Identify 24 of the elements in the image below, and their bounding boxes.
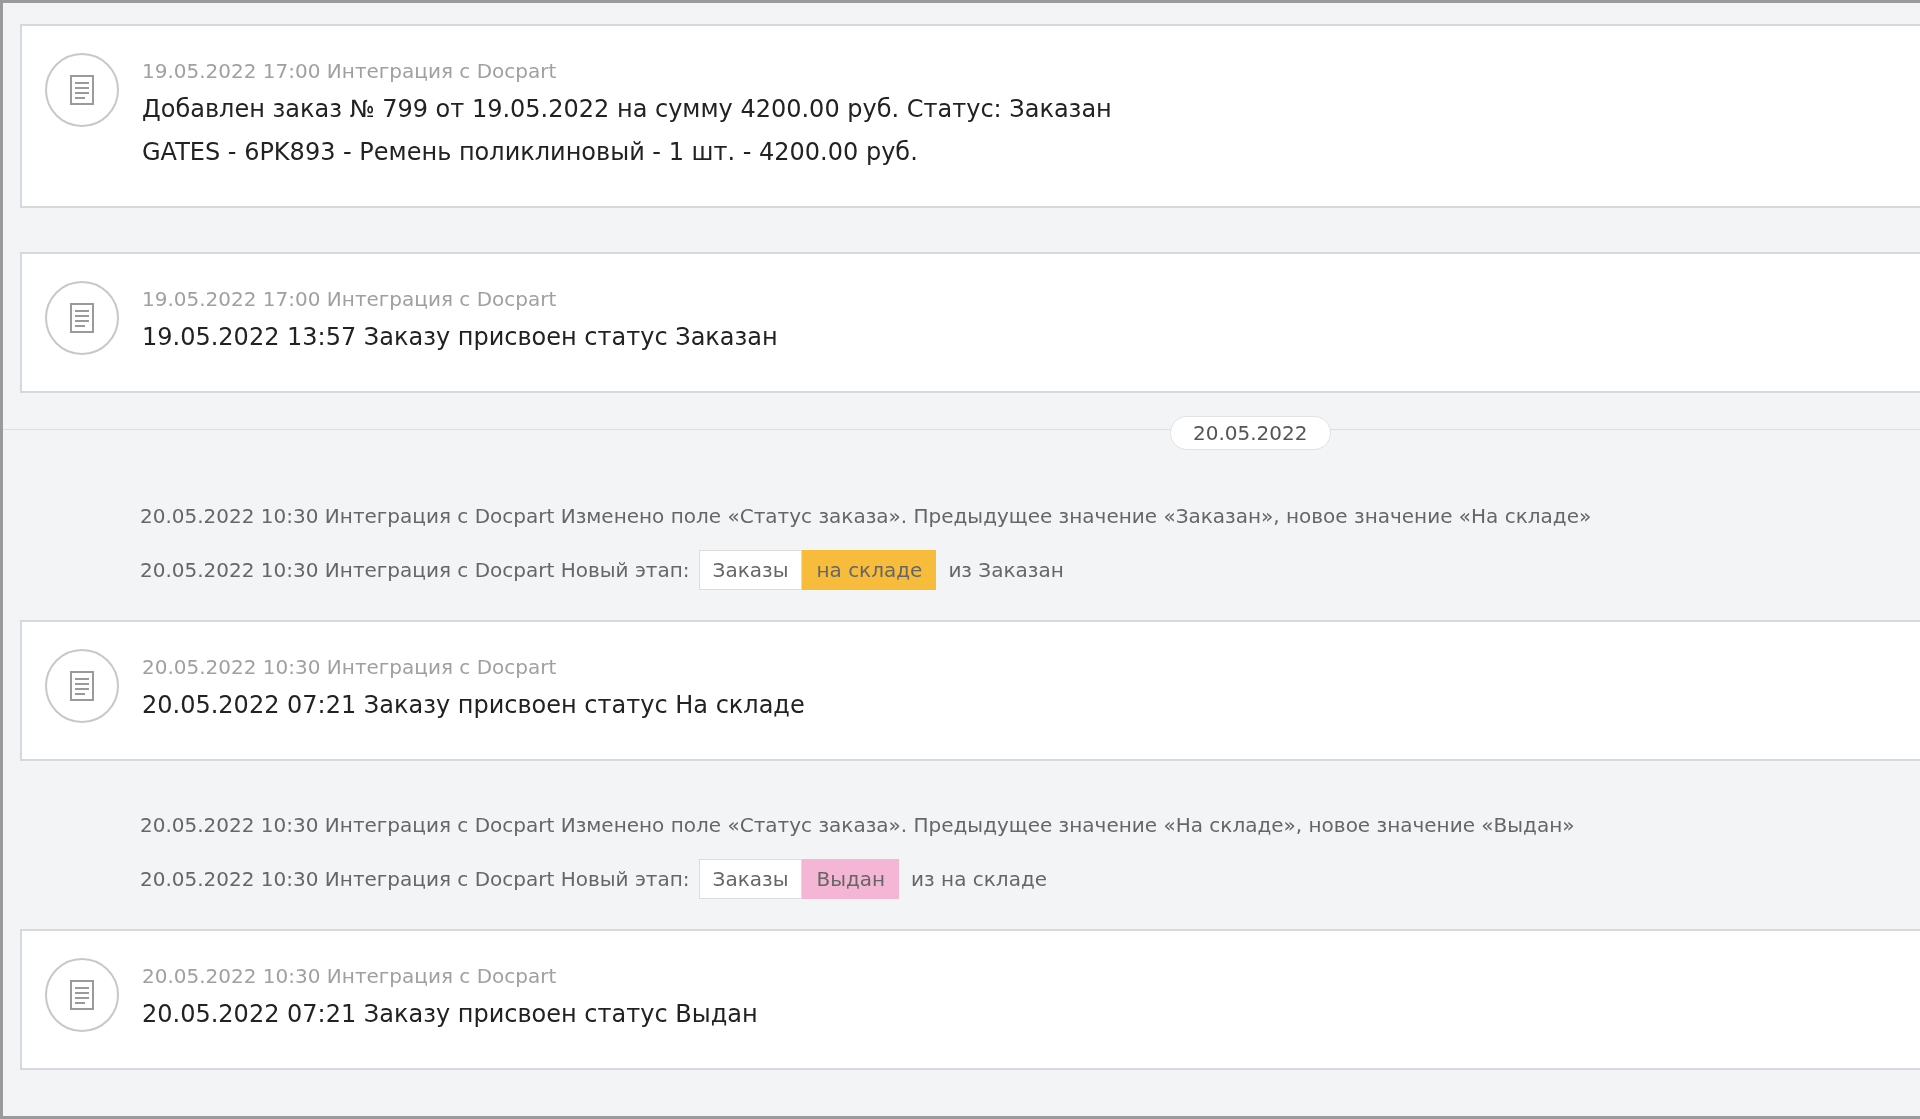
event-text: 20.05.2022 07:21 Заказу присвоен статус Выдан (142, 999, 758, 1030)
document-icon (44, 52, 120, 128)
document-icon (44, 280, 120, 356)
stage-label: на складе (802, 550, 937, 590)
document-icon (44, 957, 120, 1033)
pipeline-label: Заказы (698, 859, 803, 899)
history-note: 20.05.2022 10:30 Интеграция с Docpart Новый этап: (140, 558, 690, 582)
history-note: 20.05.2022 10:30 Интеграция с Docpart Новый этап: (140, 867, 690, 891)
history-note: 20.05.2022 10:30 Интеграция с Docpart Изменено поле «Статус заказа». Предыдущее значение «На складе», новое значение «Выдан» (140, 812, 1576, 839)
event-meta: 19.05.2022 17:00 Интеграция с Docpart (142, 58, 558, 85)
date-label: 20.05.2022 (1170, 416, 1331, 450)
previous-stage: из на складе (911, 867, 1048, 891)
document-icon (44, 648, 120, 724)
event-text: 19.05.2022 13:57 Заказу присвоен статус Заказан (142, 322, 778, 353)
event-meta: 20.05.2022 10:30 Интеграция с Docpart (142, 963, 558, 990)
previous-stage: из Заказан (948, 558, 1064, 582)
event-text: GATES - 6PK893 - Ремень поликлиновый - 1 шт. - 4200.00 руб. (142, 137, 919, 168)
stage-label: Выдан (802, 859, 900, 899)
pipeline-label: Заказы (698, 550, 803, 590)
event-text: Добавлен заказ № 799 от 19.05.2022 на сумму 4200.00 руб. Статус: Заказан (142, 94, 1112, 125)
history-note: 20.05.2022 10:30 Интеграция с Docpart Изменено поле «Статус заказа». Предыдущее значение «Заказан», новое значение «На складе» (140, 503, 1593, 530)
event-text: 20.05.2022 07:21 Заказу присвоен статус На складе (142, 690, 805, 721)
event-meta: 19.05.2022 17:00 Интеграция с Docpart (142, 286, 558, 313)
event-meta: 20.05.2022 10:30 Интеграция с Docpart (142, 654, 558, 681)
